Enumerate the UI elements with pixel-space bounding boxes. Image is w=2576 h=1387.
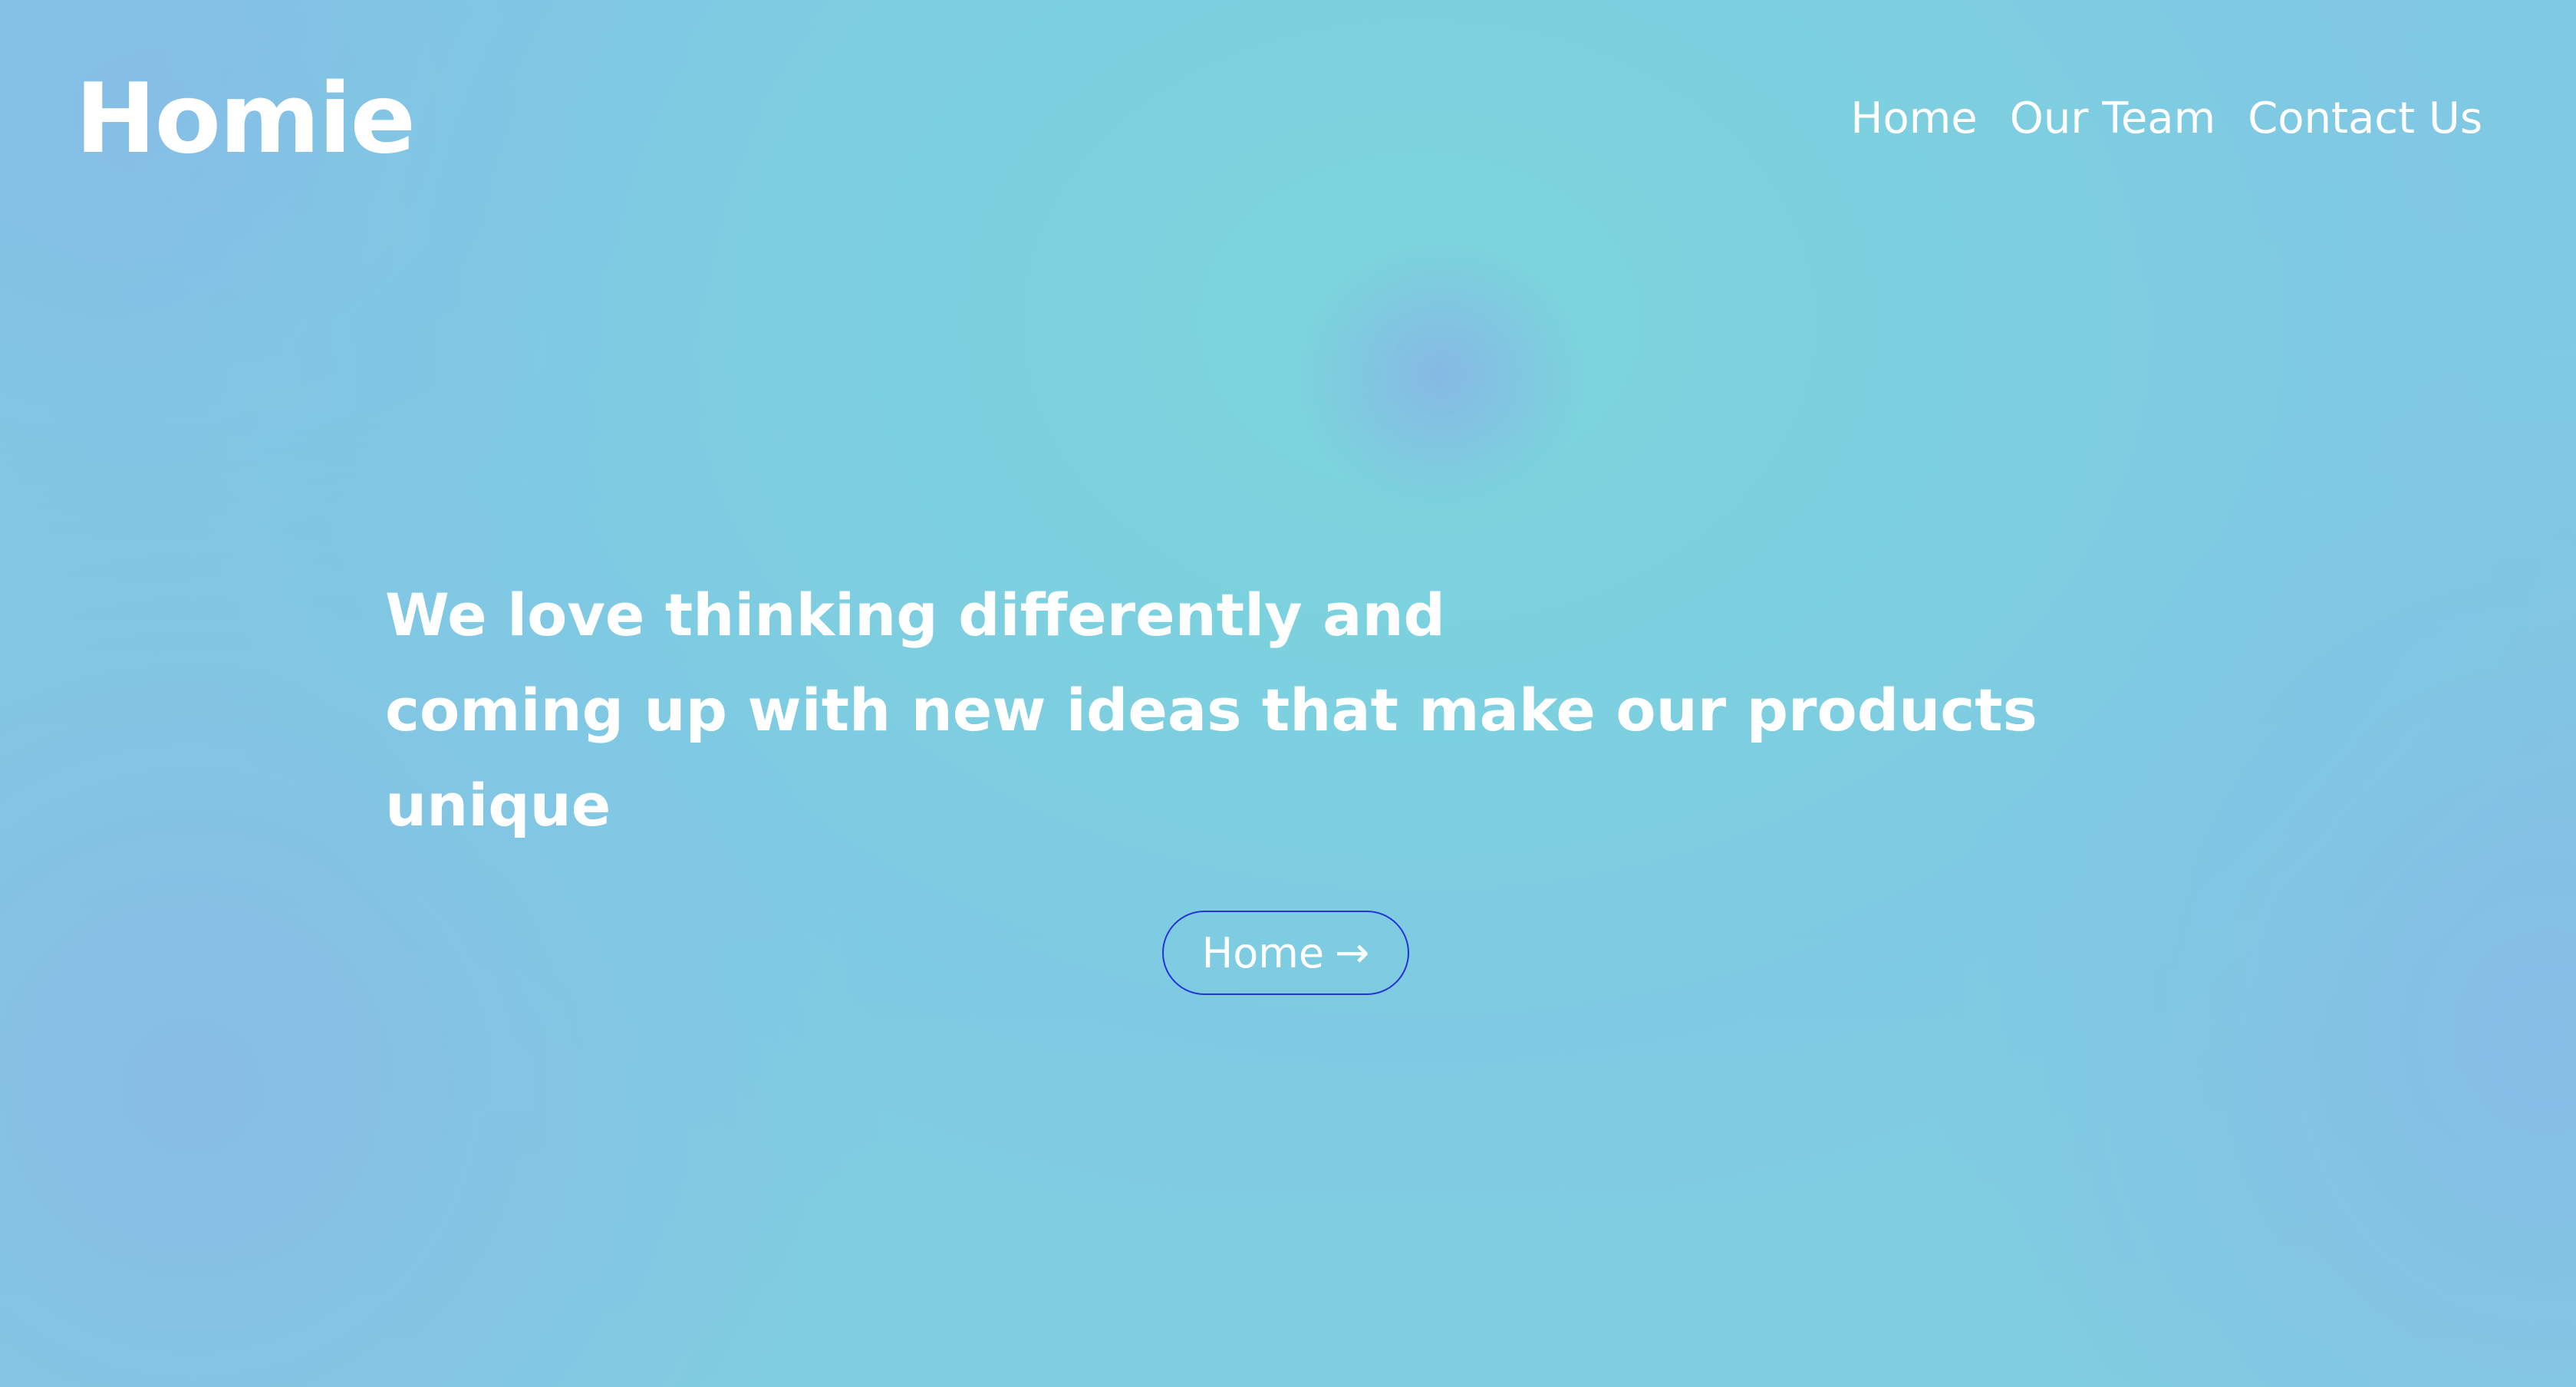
hero-line-2: coming up with new ideas that make our p…	[385, 676, 2037, 744]
nav-link-our-team[interactable]: Our Team	[2010, 88, 2215, 150]
hero-headline: We love thinking differently and coming …	[385, 568, 2242, 853]
arrow-right-icon: →	[1335, 928, 1370, 977]
main-nav: Home Our Team Contact Us	[1850, 88, 2482, 150]
hero-line-3: unique	[385, 771, 611, 839]
nav-link-home[interactable]: Home	[1850, 88, 1977, 150]
site-header: Homie Home Our Team Contact Us	[0, 0, 2576, 245]
home-button[interactable]: Home →	[1162, 911, 1409, 995]
nav-link-contact-us[interactable]: Contact Us	[2248, 88, 2482, 150]
hero-line-1: We love thinking differently and	[385, 581, 1445, 649]
brand-logo[interactable]: Homie	[75, 61, 416, 176]
home-button-label: Home	[1201, 928, 1325, 977]
